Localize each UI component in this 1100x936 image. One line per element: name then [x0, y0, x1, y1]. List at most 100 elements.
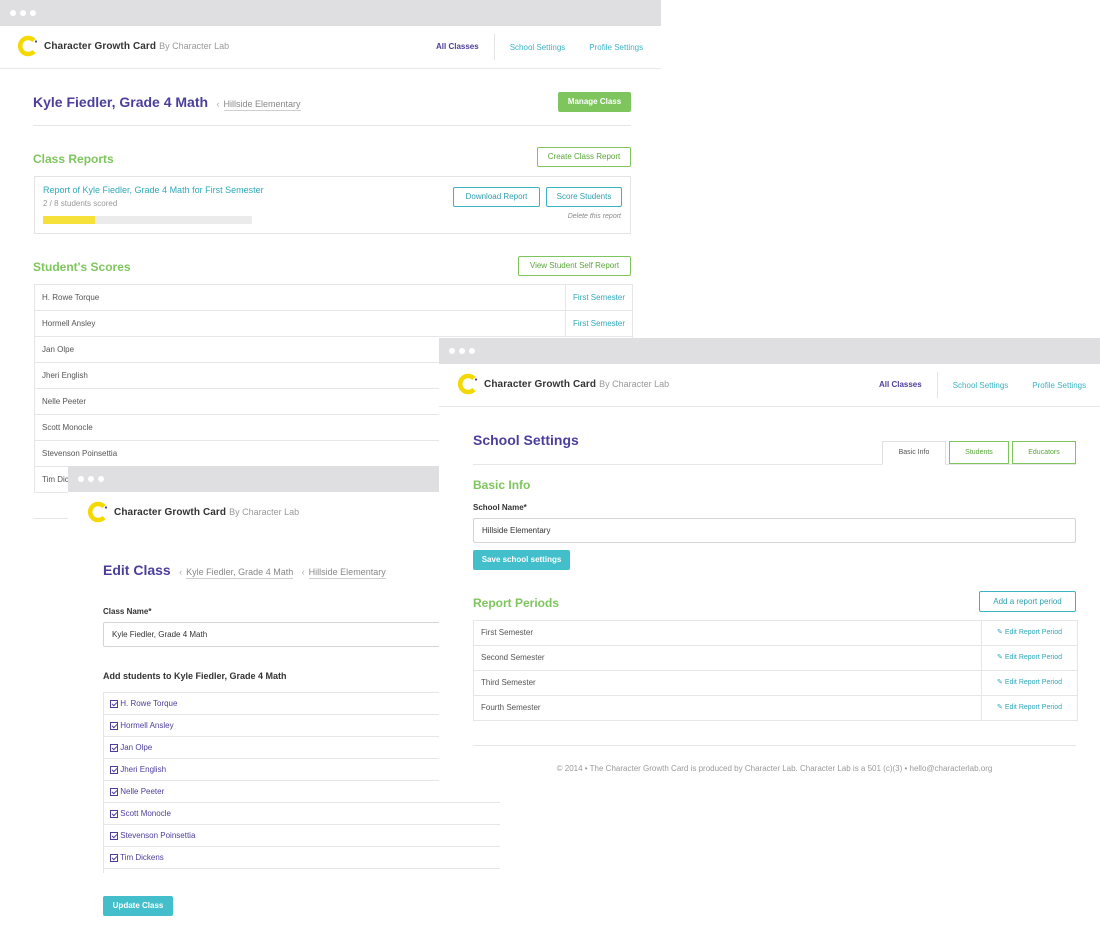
download-report-button[interactable]: Download Report [453, 187, 540, 207]
top-nav: Character Growth Card By Character Lab A… [0, 26, 661, 69]
student-name: H. Rowe Torque [42, 293, 100, 302]
brand-byline: By Character Lab [159, 41, 230, 51]
basic-info-heading: Basic Info [473, 478, 531, 492]
student-name: H. Rowe Torque [120, 699, 178, 708]
edit-period-link[interactable]: ✎ Edit Report Period [981, 696, 1077, 720]
view-self-report-button[interactable]: View Student Self Report [518, 256, 631, 276]
checkbox-checked-icon[interactable] [110, 787, 118, 796]
report-title[interactable]: Report of Kyle Fiedler, Grade 4 Math for… [43, 185, 264, 195]
class-name-value: Kyle Fiedler, Grade 4 Math [112, 630, 208, 639]
report-periods-heading: Report Periods [473, 596, 560, 610]
student-name: Jheri English [42, 371, 88, 380]
report-periods-table: First Semester ✎ Edit Report Period Seco… [473, 620, 1078, 721]
school-name-label: School Name* [473, 503, 527, 512]
page-title: Edit Class [103, 562, 171, 578]
pencil-icon: ✎ [996, 679, 1003, 686]
edit-period-link[interactable]: ✎ Edit Report Period [981, 621, 1077, 645]
checkbox-checked-icon[interactable] [110, 699, 118, 708]
brand-byline: By Character Lab [229, 507, 300, 517]
brand-logo-icon [87, 501, 109, 523]
student-period-link[interactable]: First Semester [565, 285, 632, 310]
checkbox-checked-icon[interactable] [110, 831, 118, 840]
checkbox-checked-icon[interactable] [110, 743, 118, 752]
pencil-icon: ✎ [996, 704, 1003, 711]
breadcrumb-school[interactable]: Hillside Elementary [223, 99, 301, 111]
update-class-button[interactable]: Update Class [103, 896, 173, 916]
save-school-settings-button[interactable]: Save school settings [473, 550, 570, 570]
nav-all-classes[interactable]: All Classes [864, 372, 938, 398]
student-name: Jan Olpe [120, 743, 153, 752]
student-name: Nelle Peeter [120, 787, 165, 796]
checkbox-checked-icon[interactable] [110, 809, 118, 818]
pencil-icon: ✎ [996, 654, 1003, 661]
student-period-link[interactable]: First Semester [565, 311, 632, 336]
add-students-label: Add students to Kyle Fiedler, Grade 4 Ma… [103, 671, 287, 681]
checkbox-checked-icon[interactable] [110, 721, 118, 730]
brand-byline: By Character Lab [599, 379, 670, 389]
tab-students[interactable]: Students [949, 441, 1009, 464]
checkbox-checked-icon[interactable] [110, 765, 118, 774]
nav-profile-settings[interactable]: Profile Settings [1020, 381, 1098, 390]
student-name: Stevenson Poinsettia [42, 449, 118, 458]
report-progress-fill [43, 216, 96, 224]
brand[interactable]: Character Growth Card By Character Lab [17, 35, 229, 57]
tab-educators[interactable]: Educators [1012, 441, 1076, 464]
student-name: Scott Monocle [42, 423, 93, 432]
nav-all-classes[interactable]: All Classes [421, 34, 495, 60]
students-scores-heading: Student's Scores [33, 260, 131, 274]
student-name: Scott Monocle [120, 809, 171, 818]
student-name: Jan Olpe [42, 345, 75, 354]
top-nav: Character Growth Card By Character Lab A… [439, 364, 1100, 407]
table-row[interactable]: Fourth Semester ✎ Edit Report Period [474, 696, 1077, 721]
breadcrumb-class[interactable]: Kyle Fiedler, Grade 4 Math [186, 567, 294, 579]
checkbox-checked-icon[interactable] [110, 853, 118, 862]
brand-name: Character Growth Card [114, 506, 227, 518]
period-name: Fourth Semester [481, 703, 541, 712]
manage-class-button[interactable]: Manage Class [558, 92, 631, 112]
school-name-value: Hillside Elementary [482, 526, 551, 535]
create-class-report-button[interactable]: Create Class Report [537, 147, 631, 167]
edit-period-link[interactable]: ✎ Edit Report Period [981, 646, 1077, 670]
student-name: Nelle Peeter [42, 397, 87, 406]
score-students-button[interactable]: Score Students [546, 187, 622, 207]
nav-school-settings[interactable]: School Settings [495, 43, 578, 52]
nav-profile-settings[interactable]: Profile Settings [577, 43, 655, 52]
table-row[interactable]: Hormell Ansley First Semester [35, 311, 632, 337]
brand-logo-icon [457, 373, 479, 395]
list-item[interactable]: Stevenson Poinsettia [104, 825, 500, 847]
brand-name: Character Growth Card [44, 40, 157, 52]
student-name: Tim Dickens [120, 853, 164, 862]
class-reports-heading: Class Reports [33, 152, 114, 166]
period-name: First Semester [481, 628, 534, 637]
brand[interactable]: Character Growth Card By Character Lab [457, 373, 669, 395]
breadcrumb-school[interactable]: Hillside Elementary [308, 567, 386, 579]
school-name-field[interactable]: Hillside Elementary [473, 518, 1076, 543]
window-chrome [0, 0, 661, 26]
student-name: Hormell Ansley [42, 319, 96, 328]
report-progress-text: 2 / 8 students scored [43, 199, 118, 208]
brand-logo-icon [17, 35, 39, 57]
table-row[interactable]: First Semester ✎ Edit Report Period [474, 621, 1077, 646]
delete-report-link[interactable]: Delete this report [568, 213, 621, 220]
report-progress-bar [43, 216, 252, 224]
school-settings-window: Character Growth Card By Character Lab A… [439, 338, 1100, 798]
edit-period-link[interactable]: ✎ Edit Report Period [981, 671, 1077, 695]
period-name: Second Semester [481, 653, 545, 662]
tab-basic-info[interactable]: Basic Info [882, 441, 946, 465]
pencil-icon: ✎ [996, 629, 1003, 636]
list-item[interactable]: Tim Dickens [104, 847, 500, 869]
add-report-period-button[interactable]: Add a report period [979, 591, 1076, 612]
table-row[interactable]: H. Rowe Torque First Semester [35, 285, 632, 311]
top-nav: Character Growth Card By Character Lab [68, 492, 500, 534]
nav-school-settings[interactable]: School Settings [938, 381, 1021, 390]
student-name: Hormell Ansley [120, 721, 174, 730]
student-name: Jheri English [120, 765, 167, 774]
table-row[interactable]: Second Semester ✎ Edit Report Period [474, 646, 1077, 671]
edit-class-window: Character Growth Card By Character Lab E… [68, 466, 500, 936]
table-row[interactable]: Third Semester ✎ Edit Report Period [474, 671, 1077, 696]
report-card: Report of Kyle Fiedler, Grade 4 Math for… [34, 176, 631, 234]
brand[interactable]: Character Growth Card By Character Lab [87, 501, 299, 523]
window-chrome [68, 466, 500, 492]
list-item[interactable]: Scott Monocle [104, 803, 500, 825]
period-name: Third Semester [481, 678, 536, 687]
